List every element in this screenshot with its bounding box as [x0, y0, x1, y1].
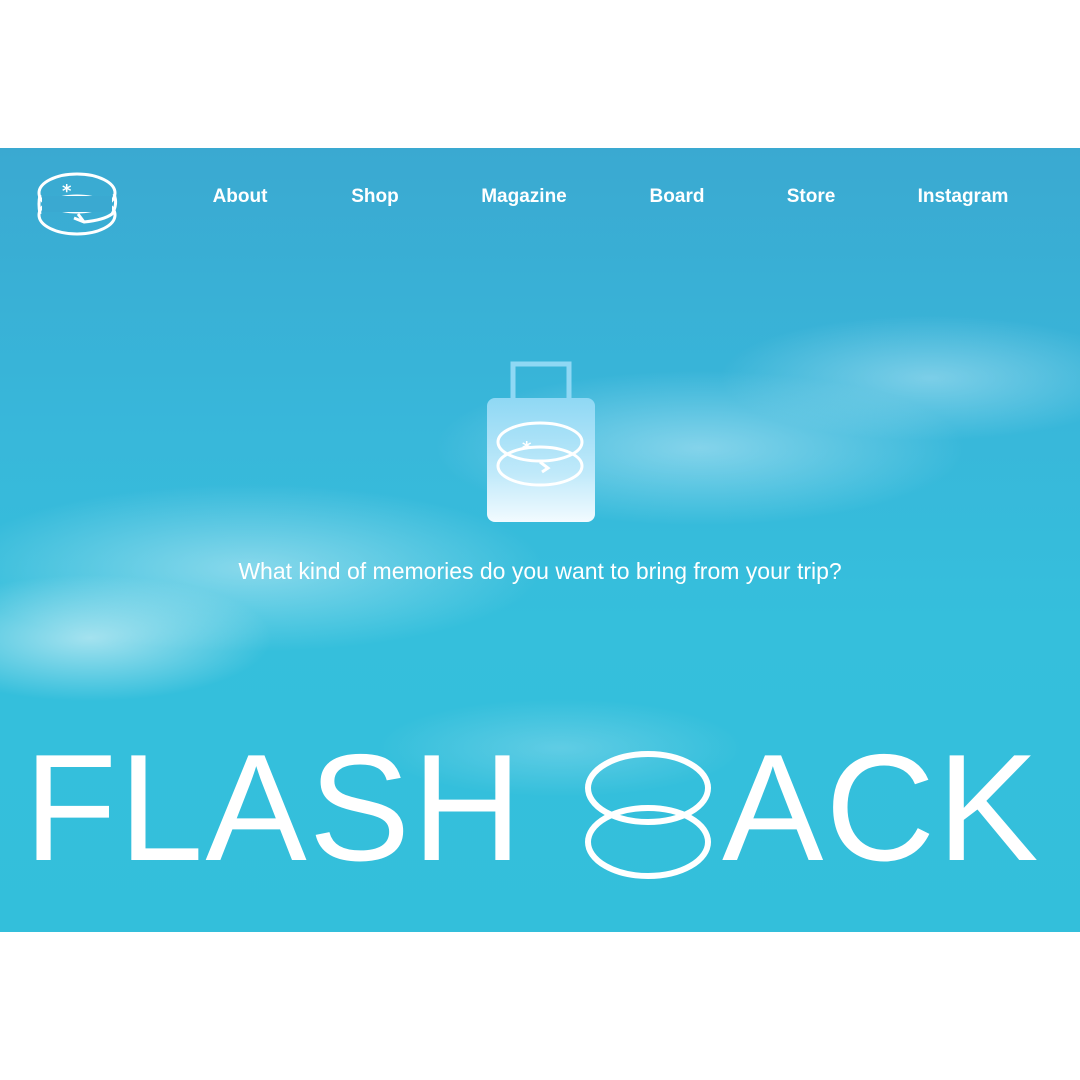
flashback-title: FLASH ACK	[0, 732, 1080, 888]
suitcase-icon: *	[484, 360, 598, 524]
nav-item-board[interactable]: Board	[650, 186, 705, 208]
nav-item-shop[interactable]: Shop	[351, 186, 399, 208]
svg-text:*: *	[522, 438, 532, 459]
nav-item-instagram[interactable]: Instagram	[918, 186, 1009, 208]
flashback-rings-logo-icon	[582, 746, 714, 884]
nav-item-about[interactable]: About	[213, 186, 268, 208]
title-ack: ACK	[722, 723, 1041, 893]
nav-item-magazine[interactable]: Magazine	[481, 186, 567, 208]
main-nav: About Shop Magazine Board Store Instagra…	[0, 186, 1080, 210]
hero-tagline: What kind of memories do you want to bri…	[238, 558, 842, 584]
hero-section: * About Shop Magazine Board Store Instag…	[0, 148, 1080, 932]
nav-item-store[interactable]: Store	[787, 186, 836, 208]
title-flash: FLASH	[24, 723, 524, 893]
